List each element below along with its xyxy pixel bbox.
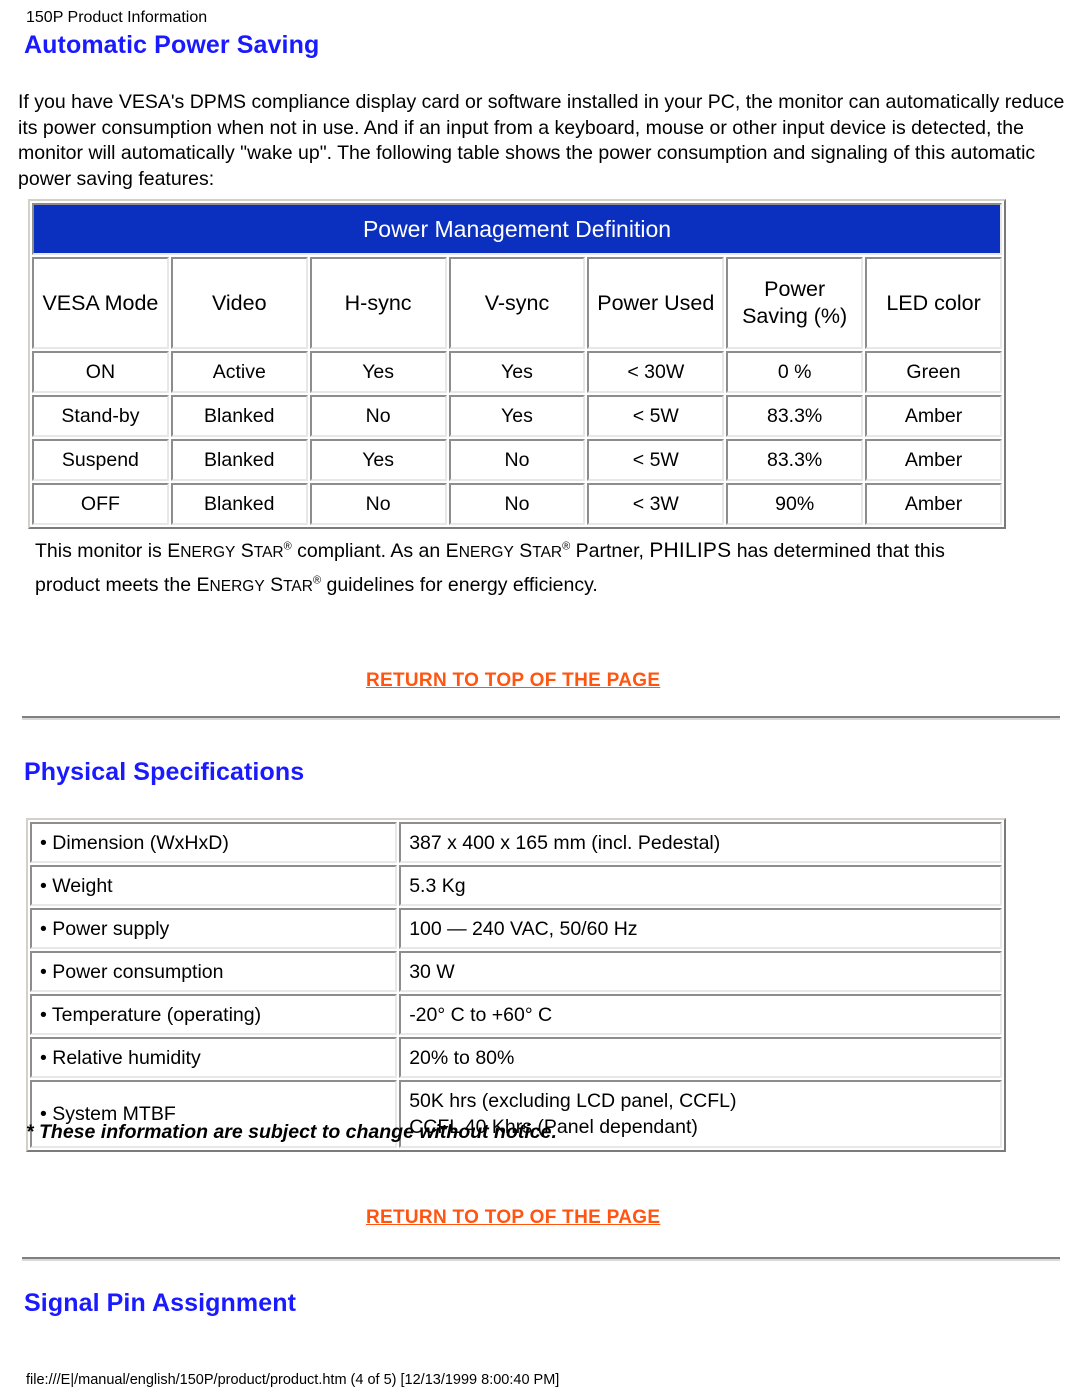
column-header-vesa-mode: VESA Mode [32, 257, 169, 349]
table-row: • Power consumption 30 W [30, 951, 1002, 992]
power-management-table-container: Power Management Definition VESA Mode Vi… [28, 199, 1006, 529]
table-row: ON Active Yes Yes < 30W 0 % Green [32, 351, 1002, 393]
cell-mode: ON [32, 351, 169, 393]
power-management-table-body: Power Management Definition VESA Mode Vi… [32, 203, 1002, 525]
spec-label: • Power consumption [30, 951, 398, 992]
philips-brand-name: PHILIPS [649, 539, 732, 562]
cell-power-saving: 83.3% [726, 395, 864, 437]
power-management-table-title: Power Management Definition [32, 203, 1002, 255]
section-divider [22, 1257, 1060, 1261]
spec-value: 30 W [399, 951, 1002, 992]
physical-specifications-footnote: * These information are subject to chang… [26, 1121, 557, 1143]
column-header-power-saving: Power Saving (%) [726, 257, 864, 349]
table-row: Suspend Blanked Yes No < 5W 83.3% Amber [32, 439, 1002, 481]
cell-vsync: Yes [448, 351, 586, 393]
cell-mode: Suspend [32, 439, 169, 481]
column-header-h-sync: H-sync [309, 257, 447, 349]
energy-star-text-part3: Partner, [570, 540, 650, 562]
registered-mark-icon: ® [312, 574, 322, 587]
section-divider [22, 716, 1060, 720]
heading-automatic-power-saving: Automatic Power Saving [24, 31, 320, 59]
spec-value: 387 x 400 x 165 mm (incl. Pedestal) [399, 822, 1002, 863]
spec-label: • Dimension (WxHxD) [30, 822, 398, 863]
table-row: • Temperature (operating) -20° C to +60°… [30, 994, 1002, 1035]
column-header-power-saving-line1: Power [764, 277, 826, 301]
table-banner-row: Power Management Definition [32, 203, 1002, 255]
spec-value: -20° C to +60° C [399, 994, 1002, 1035]
table-row: • Weight 5.3 Kg [30, 865, 1002, 906]
spec-value: 100 — 240 VAC, 50/60 Hz [399, 908, 1002, 949]
spec-label: • Power supply [30, 908, 398, 949]
energy-star-text-part1: This monitor is [35, 540, 168, 562]
cell-video: Blanked [170, 395, 308, 437]
table-row: OFF Blanked No No < 3W 90% Amber [32, 483, 1002, 525]
table-header-row: VESA Mode Video H-sync V-sync Power Used… [32, 257, 1002, 349]
cell-video: Blanked [170, 483, 308, 525]
energy-star-text-part5: guidelines for energy efficiency. [321, 574, 598, 596]
spec-label: • Weight [30, 865, 398, 906]
energy-star-compliance-paragraph: This monitor is ENERGY STAR® compliant. … [35, 534, 965, 603]
energy-star-brand-3: ENERGY STAR [196, 574, 313, 596]
cell-video: Active [170, 351, 308, 393]
physical-specifications-table-body: • Dimension (WxHxD) 387 x 400 x 165 mm (… [30, 822, 1002, 1148]
cell-hsync: Yes [309, 439, 447, 481]
registered-mark-icon: ® [283, 540, 292, 553]
cell-hsync: No [309, 483, 447, 525]
cell-led-color: Amber [865, 483, 1002, 525]
cell-led-color: Green [865, 351, 1002, 393]
spec-value: 5.3 Kg [399, 865, 1002, 906]
cell-mode: OFF [32, 483, 169, 525]
energy-star-text-part2: compliant. As an [291, 540, 446, 562]
power-management-table: Power Management Definition VESA Mode Vi… [30, 201, 1004, 527]
cell-video: Blanked [170, 439, 308, 481]
spec-label: • Temperature (operating) [30, 994, 398, 1035]
automatic-power-saving-intro-paragraph: If you have VESA's DPMS compliance displ… [18, 91, 1065, 190]
cell-vsync: No [448, 483, 586, 525]
table-row: • Dimension (WxHxD) 387 x 400 x 165 mm (… [30, 822, 1002, 863]
document-header-label: 150P Product Information [26, 9, 208, 26]
cell-hsync: No [309, 395, 447, 437]
table-row: Stand-by Blanked No Yes < 5W 83.3% Amber [32, 395, 1002, 437]
cell-power-used: < 3W [587, 483, 725, 525]
table-row: • Power supply 100 — 240 VAC, 50/60 Hz [30, 908, 1002, 949]
cell-hsync: Yes [309, 351, 447, 393]
physical-specifications-table: • Dimension (WxHxD) 387 x 400 x 165 mm (… [28, 820, 1004, 1150]
cell-power-used: < 5W [587, 439, 725, 481]
cell-mode: Stand-by [32, 395, 169, 437]
column-header-power-saving-line2: Saving (%) [742, 304, 848, 328]
document-page: 150P Product Information Automatic Power… [0, 0, 1080, 1397]
spec-value: 20% to 80% [399, 1037, 1002, 1078]
registered-mark-icon: ® [562, 540, 571, 553]
cell-vsync: No [448, 439, 586, 481]
cell-power-used: < 5W [587, 395, 725, 437]
energy-star-brand-2: ENERGY STAR [445, 540, 563, 562]
cell-vsync: Yes [448, 395, 586, 437]
column-header-led-color: LED color [865, 257, 1002, 349]
heading-signal-pin-assignment: Signal Pin Assignment [24, 1289, 297, 1317]
column-header-video: Video [170, 257, 308, 349]
spec-label: • Relative humidity [30, 1037, 398, 1078]
cell-led-color: Amber [865, 439, 1002, 481]
cell-power-saving: 83.3% [726, 439, 864, 481]
heading-physical-specifications: Physical Specifications [24, 758, 305, 786]
return-to-top-link[interactable]: RETURN TO TOP OF THE PAGE [366, 1207, 660, 1229]
cell-power-saving: 0 % [726, 351, 864, 393]
cell-power-saving: 90% [726, 483, 864, 525]
return-to-top-link[interactable]: RETURN TO TOP OF THE PAGE [366, 670, 660, 692]
column-header-v-sync: V-sync [448, 257, 586, 349]
energy-star-brand-1: ENERGY STAR [167, 540, 284, 562]
cell-power-used: < 30W [587, 351, 725, 393]
table-row: • Relative humidity 20% to 80% [30, 1037, 1002, 1078]
column-header-power-used: Power Used [587, 257, 725, 349]
physical-specifications-table-container: • Dimension (WxHxD) 387 x 400 x 165 mm (… [26, 818, 1006, 1152]
document-footer-path: file:///E|/manual/english/150P/product/p… [26, 1372, 560, 1388]
cell-led-color: Amber [865, 395, 1002, 437]
